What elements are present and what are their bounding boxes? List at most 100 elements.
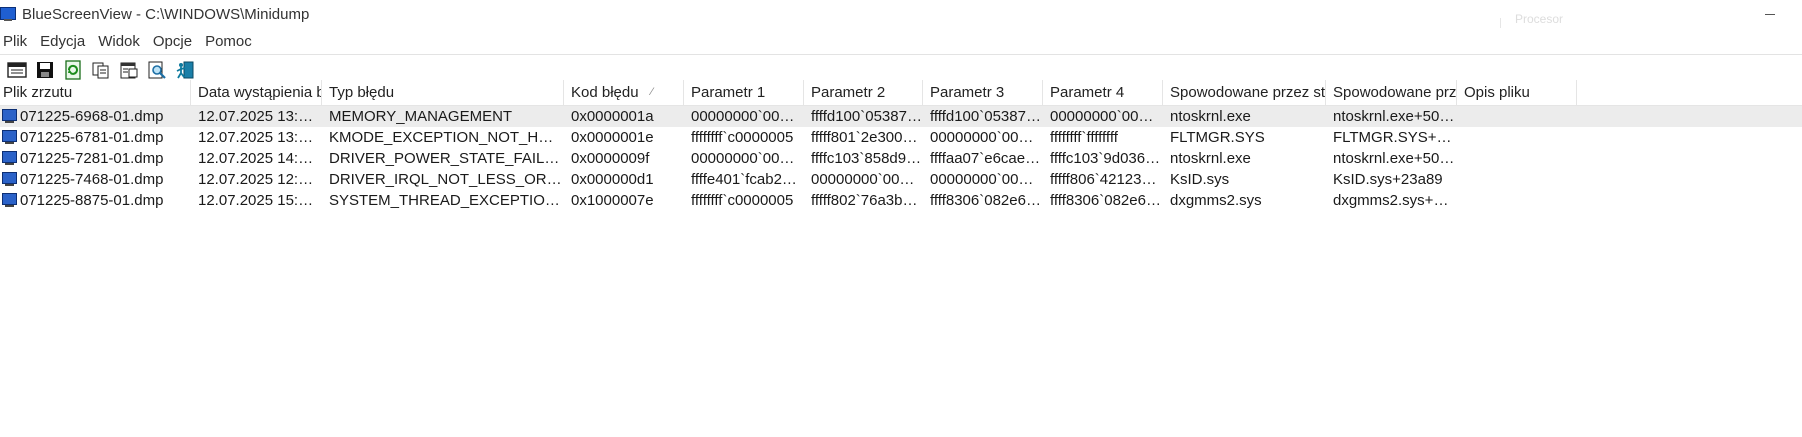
copy-icon — [92, 62, 109, 79]
cell-bug-check-string: DRIVER_IRQL_NOT_LESS_OR_EQUAL — [329, 171, 562, 188]
cell-bug-check-code: 0x0000001e — [571, 129, 654, 146]
cell-crash-time: 12.07.2025 13:03:35 — [198, 108, 321, 125]
cell-parameter-4: 00000000`000004... — [1050, 108, 1161, 125]
crash-list-row[interactable]: 071225-6968-01.dmp 12.07.2025 13:03:35 MEM… — [0, 106, 1802, 127]
cell-caused-by-address: ntoskrnl.exe+5005d0 — [1333, 150, 1455, 167]
minimize-icon — [1765, 13, 1775, 15]
cell-crash-time: 12.07.2025 15:04:21 — [198, 192, 321, 209]
list-header: Plik zrzutu Data wystąpienia b... Typ bł… — [0, 80, 1802, 106]
cell-parameter-2: ffffd100`05387100 — [811, 108, 922, 125]
dump-file-icon — [2, 130, 18, 145]
menu-pomoc[interactable]: Pomoc — [202, 33, 262, 50]
cell-parameter-2: ffffc103`858d9060 — [811, 150, 922, 167]
cell-parameter-1: 00000000`000000... — [691, 150, 802, 167]
column-header-bug-check-code[interactable]: Kod błędu ⁄ — [564, 80, 684, 105]
dump-file-icon — [2, 109, 18, 124]
crash-list-row[interactable]: 071225-8875-01.dmp 12.07.2025 15:04:21 SYS… — [0, 190, 1802, 211]
column-header-dump-file[interactable]: Plik zrzutu — [0, 80, 191, 105]
cell-parameter-4: ffff8306`082e65a0 — [1050, 192, 1161, 209]
cell-dump-file: 071225-6968-01.dmp — [20, 108, 164, 125]
column-header-file-description[interactable]: Opis pliku — [1457, 80, 1577, 105]
cell-parameter-4: ffffc103`9d036bc0 — [1050, 150, 1161, 167]
window-title: BlueScreenView - C:\WINDOWS\Minidump — [22, 5, 310, 23]
cell-parameter-3: 00000000`000000... — [930, 171, 1041, 188]
column-header-crash-time[interactable]: Data wystąpienia b... — [191, 80, 322, 105]
menu-edycja[interactable]: Edycja — [37, 33, 95, 50]
dump-file-icon — [2, 193, 18, 208]
save-icon — [37, 62, 53, 78]
cell-bug-check-string: MEMORY_MANAGEMENT — [329, 108, 513, 125]
copy-button[interactable] — [90, 59, 112, 81]
cell-parameter-1: ffffe401`fcab29aa — [691, 171, 802, 188]
html-report-button[interactable] — [118, 59, 140, 81]
column-header-parameter-4[interactable]: Parametr 4 — [1043, 80, 1163, 105]
properties-icon — [7, 62, 27, 78]
title-bar: BlueScreenView - C:\WINDOWS\Minidump Pro… — [0, 0, 1802, 28]
cell-file-description — [1464, 190, 1576, 211]
cell-parameter-3: ffffd100`053870d0 — [930, 108, 1041, 125]
save-button[interactable] — [34, 59, 56, 81]
cell-parameter-3: ffffaa07`e6caefc0 — [930, 150, 1041, 167]
cell-caused-by-address: KsID.sys+23a89 — [1333, 171, 1443, 188]
cell-parameter-2: fffff801`2e300de4 — [811, 129, 922, 146]
find-icon — [148, 61, 166, 79]
cell-crash-time: 12.07.2025 12:58:00 — [198, 171, 321, 188]
column-header-caused-by-driver[interactable]: Spowodowane przez ste... — [1163, 80, 1326, 105]
cell-parameter-1: ffffffff`c0000005 — [691, 192, 794, 209]
minimize-button[interactable] — [1758, 4, 1782, 24]
cell-dump-file: 071225-7281-01.dmp — [20, 150, 164, 167]
properties-button[interactable] — [6, 59, 28, 81]
column-header-parameter-1[interactable]: Parametr 1 — [684, 80, 804, 105]
cell-bug-check-string: SYSTEM_THREAD_EXCEPTION_NOT_... — [329, 192, 562, 209]
find-button[interactable] — [146, 59, 168, 81]
cell-bug-check-code: 0x000000d1 — [571, 171, 654, 188]
cell-parameter-2: 00000000`0000000f — [811, 171, 922, 188]
cell-parameter-4: ffffffff`ffffffff — [1050, 129, 1118, 146]
cell-bug-check-code: 0x1000007e — [571, 192, 654, 209]
cell-bug-check-string: KMODE_EXCEPTION_NOT_HANDLED — [329, 129, 562, 146]
column-header-parameter-2[interactable]: Parametr 2 — [804, 80, 923, 105]
cell-caused-by-driver: KsID.sys — [1170, 171, 1230, 188]
refresh-button[interactable] — [62, 59, 84, 81]
column-header-parameter-3[interactable]: Parametr 3 — [923, 80, 1043, 105]
cell-caused-by-driver: ntoskrnl.exe — [1170, 108, 1251, 125]
cell-caused-by-driver: ntoskrnl.exe — [1170, 150, 1251, 167]
background-divider — [1500, 18, 1501, 28]
column-label-bug-check-code: Kod błędu — [571, 84, 639, 101]
cell-file-description — [1464, 127, 1576, 148]
cell-parameter-4: fffff806`42123a89 — [1050, 171, 1161, 188]
menu-bar: Plik Edycja Widok Opcje Pomoc — [0, 28, 1802, 55]
cell-dump-file: 071225-8875-01.dmp — [20, 192, 164, 209]
cell-parameter-1: ffffffff`c0000005 — [691, 129, 794, 146]
cell-crash-time: 12.07.2025 14:54:56 — [198, 150, 321, 167]
crash-list-row[interactable]: 071225-7468-01.dmp 12.07.2025 12:58:00 DRI… — [0, 169, 1802, 190]
cell-parameter-1: 00000000`000088... — [691, 108, 802, 125]
exit-button[interactable] — [174, 59, 196, 81]
column-header-caused-by-address[interactable]: Spowodowane prz... — [1326, 80, 1457, 105]
cell-caused-by-driver: dxgmms2.sys — [1170, 192, 1262, 209]
cell-caused-by-address: dxgmms2.sys+9bc... — [1333, 192, 1455, 209]
menu-opcje[interactable]: Opcje — [150, 33, 202, 50]
crash-list-row[interactable]: 071225-6781-01.dmp 12.07.2025 13:04:35 KMO… — [0, 127, 1802, 148]
html-report-icon — [120, 62, 138, 79]
cell-file-description — [1464, 106, 1576, 127]
dump-file-icon — [2, 172, 18, 187]
exit-icon — [176, 61, 194, 79]
menu-plik[interactable]: Plik — [0, 33, 37, 50]
menu-widok[interactable]: Widok — [95, 33, 150, 50]
crash-list: 071225-6968-01.dmp 12.07.2025 13:03:35 MEM… — [0, 106, 1802, 211]
cell-file-description — [1464, 169, 1576, 190]
cell-crash-time: 12.07.2025 13:04:35 — [198, 129, 321, 146]
cell-parameter-3: 00000000`000000... — [930, 129, 1041, 146]
bluescreenview-app-icon — [0, 6, 16, 22]
cell-caused-by-address: FLTMGR.SYS+10de4 — [1333, 129, 1455, 146]
refresh-icon — [65, 60, 81, 80]
cell-dump-file: 071225-7468-01.dmp — [20, 171, 164, 188]
sort-ascending-icon: ⁄ — [651, 86, 653, 98]
cell-parameter-2: fffff802`76a3b487 — [811, 192, 922, 209]
cell-parameter-3: ffff8306`082e6db8 — [930, 192, 1041, 209]
dump-file-icon — [2, 151, 18, 166]
cell-caused-by-address: ntoskrnl.exe+5005d0 — [1333, 108, 1455, 125]
crash-list-row[interactable]: 071225-7281-01.dmp 12.07.2025 14:54:56 DRI… — [0, 148, 1802, 169]
column-header-bug-check-string[interactable]: Typ błędu — [322, 80, 564, 105]
